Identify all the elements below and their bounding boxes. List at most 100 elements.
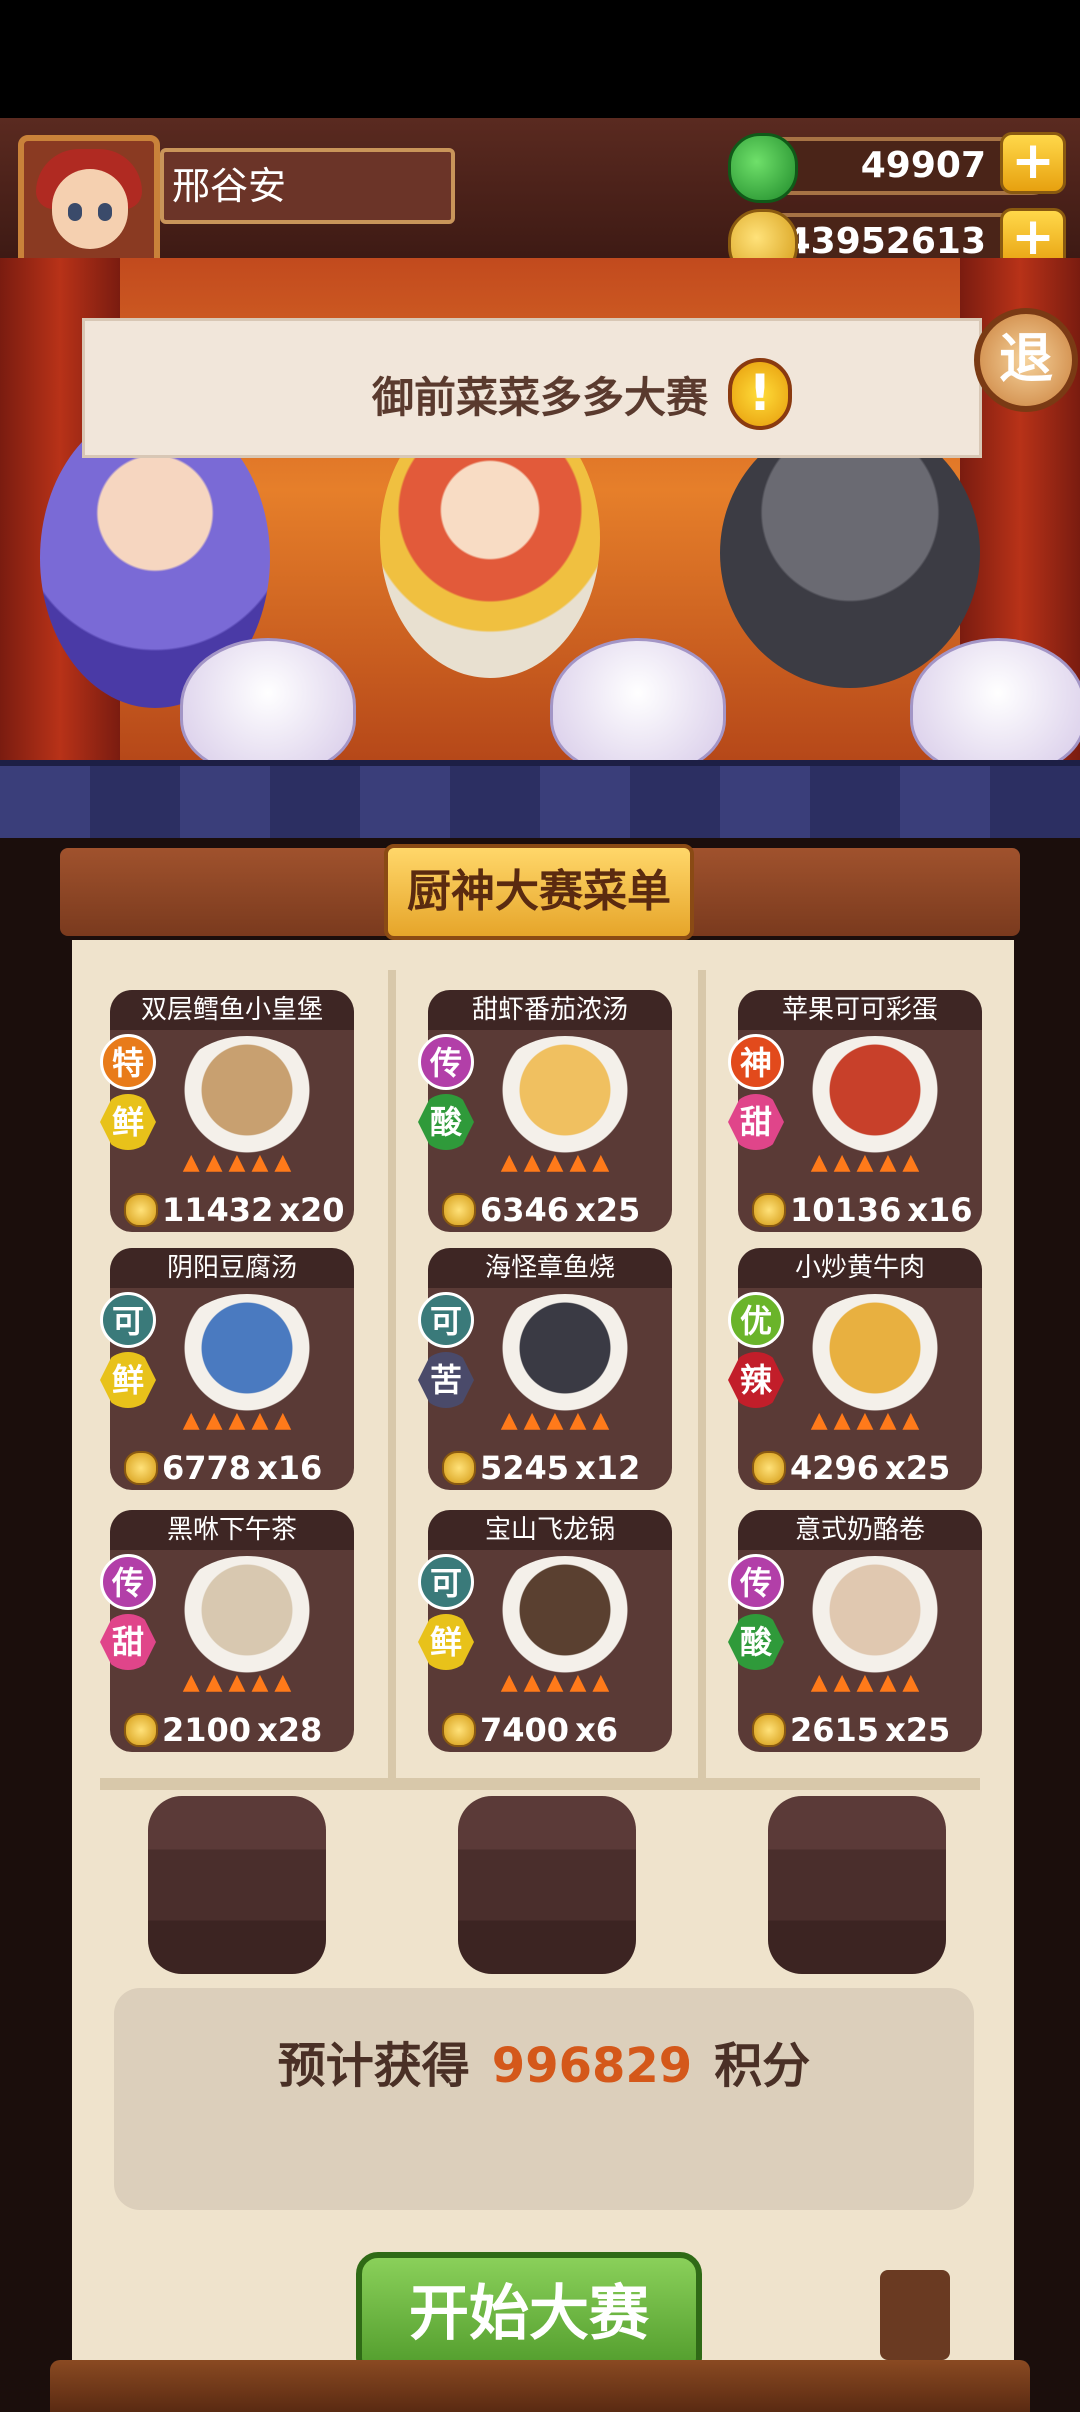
dish-image	[800, 1294, 950, 1414]
selected-dish-slot-3[interactable]	[768, 1796, 946, 1974]
price-value: 2615	[790, 1711, 880, 1749]
dish-card[interactable]: 甜虾番茄浓汤 ▲▲▲▲▲ 传酸 6346 x25	[418, 990, 672, 1232]
estimate-panel	[114, 1988, 974, 2210]
dish-image	[800, 1556, 950, 1676]
dish-image	[172, 1036, 322, 1156]
flame-rating: ▲▲▲▲▲	[810, 1150, 926, 1175]
flame-rating: ▲▲▲▲▲	[500, 1670, 616, 1695]
dish-card[interactable]: 小炒黄牛肉 ▲▲▲▲▲ 优辣 4296 x25	[728, 1248, 982, 1490]
gold-coin-icon	[442, 1713, 476, 1747]
grade-badge: 可	[100, 1292, 156, 1348]
price-value: 10136	[790, 1191, 902, 1229]
dish-image	[800, 1036, 950, 1156]
estimate-unit: 积分	[714, 2038, 811, 2094]
dish-card[interactable]: 黑咻下午茶 ▲▲▲▲▲ 传甜 2100 x28	[100, 1510, 354, 1752]
dish-name: 苹果可可彩蛋	[738, 990, 982, 1030]
dish-quantity: x16	[907, 1191, 973, 1229]
dish-quantity: x6	[575, 1711, 618, 1749]
menu-divider	[100, 1778, 980, 1790]
flame-rating: ▲▲▲▲▲	[182, 1150, 298, 1175]
grade-badge: 神	[728, 1034, 784, 1090]
dish-price: 11432 x20	[124, 1188, 350, 1229]
dish-quantity: x20	[279, 1191, 345, 1229]
dish-price: 7400 x6	[442, 1708, 668, 1749]
dish-card[interactable]: 双层鳕鱼小皇堡 ▲▲▲▲▲ 特鲜 11432 x20	[100, 990, 354, 1232]
price-value: 11432	[162, 1191, 274, 1229]
selected-dish-slot-2[interactable]	[458, 1796, 636, 1974]
dish-quantity: x25	[885, 1711, 951, 1749]
dish-name: 宝山飞龙锅	[428, 1510, 672, 1550]
price-value: 7400	[480, 1711, 570, 1749]
dish-price: 2615 x25	[752, 1708, 978, 1749]
avatar-face	[52, 169, 128, 249]
dish-name: 意式奶酪卷	[738, 1510, 982, 1550]
dish-card[interactable]: 宝山飞龙锅 ▲▲▲▲▲ 可鲜 7400 x6	[418, 1510, 672, 1752]
bottom-board	[50, 2360, 1030, 2412]
grade-badge: 传	[728, 1554, 784, 1610]
dish-quantity: x25	[885, 1449, 951, 1487]
price-value: 2100	[162, 1711, 252, 1749]
dish-quantity: x12	[575, 1449, 641, 1487]
judge-character-right[interactable]	[720, 418, 980, 688]
selected-dish-slot-1[interactable]	[148, 1796, 326, 1974]
flame-rating: ▲▲▲▲▲	[810, 1670, 926, 1695]
dish-price: 6778 x16	[124, 1446, 350, 1487]
gold-coin-icon	[124, 1193, 158, 1227]
event-title: 御前菜菜多多大赛	[371, 373, 708, 422]
dish-price: 6346 x25	[442, 1188, 668, 1229]
column-divider	[388, 970, 396, 1780]
dish-card[interactable]: 阴阳豆腐汤 ▲▲▲▲▲ 可鲜 6778 x16	[100, 1248, 354, 1490]
dish-image	[490, 1294, 640, 1414]
gold-coin-icon	[752, 1451, 786, 1485]
status-bar	[0, 0, 1080, 118]
dish-price: 10136 x16	[752, 1188, 978, 1229]
alert-icon[interactable]: !	[728, 358, 792, 430]
gold-coin-icon	[752, 1713, 786, 1747]
dish-name: 阴阳豆腐汤	[110, 1248, 354, 1288]
flame-rating: ▲▲▲▲▲	[182, 1670, 298, 1695]
dish-name: 双层鳕鱼小皇堡	[110, 990, 354, 1030]
flame-rating: ▲▲▲▲▲	[500, 1150, 616, 1175]
dish-price: 4296 x25	[752, 1446, 978, 1487]
gold-coin-icon	[124, 1451, 158, 1485]
teapot-left	[180, 638, 356, 774]
price-value: 6346	[480, 1191, 570, 1229]
gold-coin-icon	[752, 1193, 786, 1227]
gold-coin-icon	[442, 1451, 476, 1485]
stage-floor	[0, 760, 1080, 844]
exit-button[interactable]: 退	[974, 308, 1078, 412]
jade-icon	[728, 133, 798, 203]
grade-badge: 特	[100, 1034, 156, 1090]
dish-name: 甜虾番茄浓汤	[428, 990, 672, 1030]
dish-card[interactable]: 意式奶酪卷 ▲▲▲▲▲ 传酸 2615 x25	[728, 1510, 982, 1752]
price-value: 4296	[790, 1449, 880, 1487]
dish-quantity: x16	[257, 1449, 323, 1487]
teapot-center	[550, 638, 726, 774]
dish-card[interactable]: 苹果可可彩蛋 ▲▲▲▲▲ 神甜 10136 x16	[728, 990, 982, 1232]
dish-image	[172, 1294, 322, 1414]
estimate-text: 预计获得 996829 积分	[114, 2026, 974, 2096]
dish-image	[172, 1556, 322, 1676]
dish-price: 5245 x12	[442, 1446, 668, 1487]
price-value: 6778	[162, 1449, 252, 1487]
player-avatar[interactable]	[18, 135, 160, 277]
grade-badge: 可	[418, 1292, 474, 1348]
estimate-value: 996829	[491, 2038, 693, 2094]
utensil-pot-icon	[880, 2270, 950, 2360]
dish-name: 小炒黄牛肉	[738, 1248, 982, 1288]
add-jade-button[interactable]: +	[1000, 132, 1066, 194]
dish-image	[490, 1036, 640, 1156]
gold-coin-icon	[124, 1713, 158, 1747]
dish-quantity: x28	[257, 1711, 323, 1749]
teapot-right	[910, 638, 1080, 774]
dish-quantity: x25	[575, 1191, 641, 1229]
menu-title: 厨神大赛菜单	[384, 844, 694, 940]
dish-card[interactable]: 海怪章鱼烧 ▲▲▲▲▲ 可苦 5245 x12	[418, 1248, 672, 1490]
player-name: 邢谷安	[160, 148, 455, 224]
grade-badge: 可	[418, 1554, 474, 1610]
estimate-label: 预计获得	[277, 2038, 470, 2094]
dish-image	[490, 1556, 640, 1676]
dish-price: 2100 x28	[124, 1708, 350, 1749]
flame-rating: ▲▲▲▲▲	[182, 1408, 298, 1433]
dish-name: 海怪章鱼烧	[428, 1248, 672, 1288]
